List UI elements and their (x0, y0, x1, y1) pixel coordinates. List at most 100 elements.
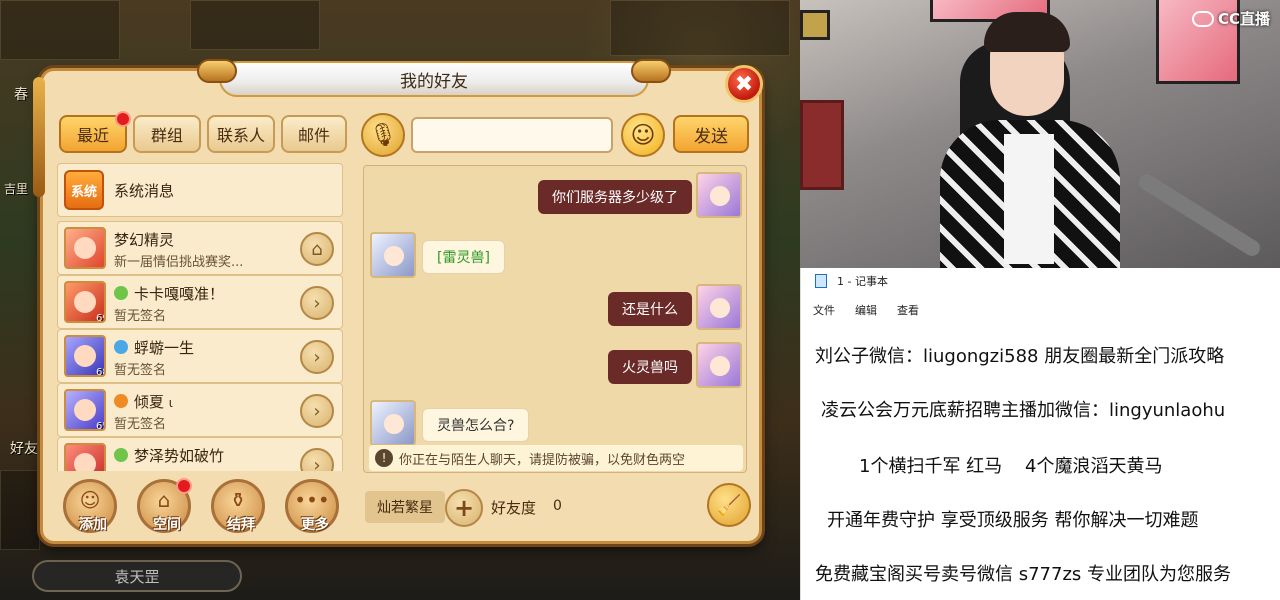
bg-label: 好友 (10, 441, 38, 457)
school-icon (114, 394, 128, 408)
space-button[interactable]: ⌂ 空间 (137, 478, 192, 533)
list-item-friend[interactable]: 梦幻精灵 新一届情侣挑战赛奖... ⌂ (57, 221, 343, 275)
friend-window: 我的好友 ✖ 最近 群组 联系人 邮件 系统 系统消息 梦幻精灵 新一届情侣挑战… (33, 59, 763, 544)
friend-name: 梦泽势如破竹 (114, 445, 224, 466)
level-label: 68 (96, 367, 104, 377)
add-button[interactable]: ☺ 添加 (63, 479, 117, 533)
notification-badge (176, 478, 192, 494)
system-icon: 系统 (64, 170, 104, 210)
friend-signature: 暂无签名 (114, 363, 167, 378)
tab-label: 联系人 (216, 126, 265, 145)
avatar: 69 (64, 281, 106, 323)
warning-icon: ! (375, 449, 393, 467)
level-label: 69 (96, 313, 104, 323)
button-label: 更多 (301, 517, 329, 533)
wall-frame (800, 10, 830, 40)
notification-badge (115, 111, 131, 127)
webcam-feed: CC直播 (800, 0, 1280, 268)
notepad-line: 刘公子微信：liugongzi588 朋友圈最新全门派攻略 (815, 346, 1225, 367)
bg-label: 吉里 (4, 182, 29, 196)
message-bubble[interactable]: [雷灵兽] (422, 240, 505, 274)
tab-contacts[interactable]: 联系人 (207, 115, 275, 153)
notepad-line: 开通年费守护 享受顶级服务 帮你解决一切难题 (827, 510, 1199, 531)
avatar: 65 (64, 389, 106, 431)
chat-message: 火灵兽吗 (364, 342, 746, 392)
notepad-menubar: 文件 编辑 查看 (801, 298, 1280, 322)
send-label: 发送 (694, 126, 728, 147)
microphone (1135, 171, 1263, 259)
bg-tile (610, 0, 790, 56)
message-bubble: 灵兽怎么合? (422, 408, 530, 442)
tab-recent[interactable]: 最近 (59, 111, 131, 153)
title-bar: 我的好友 (197, 59, 671, 97)
button-label: 添加 (79, 517, 107, 533)
favor-value: 0 (553, 498, 562, 514)
message-bubble: 你们服务器多少级了 (538, 180, 692, 214)
sworn-brothers-button[interactable]: ⚱ 结拜 (211, 479, 265, 533)
clear-chat-button[interactable]: 🧹 (707, 483, 751, 527)
chat-message: 你们服务器多少级了 (364, 172, 746, 222)
menu-view[interactable]: 查看 (897, 302, 919, 318)
avatar (370, 232, 416, 278)
send-button[interactable]: 发送 (673, 115, 749, 153)
avatar (696, 172, 742, 218)
warning-text: 你正在与陌生人聊天，请提防被骗，以免财色两空 (399, 452, 686, 468)
friend-signature: 暂无签名 (114, 417, 167, 432)
add-friend-icon: ☺ (79, 488, 101, 512)
notepad-line: 免费藏宝阁买号卖号微信 s777zs 专业团队为您服务 (815, 564, 1232, 585)
avatar (696, 342, 742, 388)
chat-message: 还是什么 (364, 284, 746, 334)
list-item-system[interactable]: 系统 系统消息 (57, 163, 343, 217)
tab-groups[interactable]: 群组 (133, 115, 201, 153)
npc-name: 袁天罡 (114, 567, 160, 586)
chat-target-name: 灿若繁星 (365, 491, 445, 523)
arrow-right-icon[interactable]: › (300, 448, 334, 471)
close-button[interactable]: ✖ (725, 65, 763, 103)
jar-icon: ⚱ (229, 488, 247, 512)
add-friend-button[interactable]: + (445, 489, 483, 527)
bg-tile (190, 0, 320, 50)
friend-name: 梦幻精灵 (114, 231, 175, 249)
tab-mail[interactable]: 邮件 (281, 115, 347, 153)
more-button[interactable]: ••• 更多 (285, 479, 339, 533)
microphone-icon: 🎙 (369, 122, 397, 148)
streamer-hair (984, 12, 1070, 52)
chat-panel[interactable]: 你们服务器多少级了 [雷灵兽] 还是什么 火灵兽吗 灵兽怎么合? (363, 165, 747, 473)
list-item-friend[interactable]: 梦泽势如破竹 › (57, 437, 343, 471)
bg-tile (0, 470, 40, 550)
streamer-shirt (1004, 134, 1054, 264)
arrow-right-icon[interactable]: › (300, 340, 334, 374)
tab-label: 群组 (150, 126, 183, 145)
screen: 春 好友 吉里 袁天罡 我的好友 ✖ 最近 群组 联系人 邮件 系统 系统消息 (0, 0, 1280, 600)
friend-signature: 暂无签名 (114, 309, 167, 324)
emoji-button[interactable]: ☺ (621, 113, 665, 157)
favor-label: 好友度 (491, 499, 537, 517)
cc-live-logo: CC直播 (1191, 8, 1270, 29)
broom-icon: 🧹 (716, 493, 742, 517)
button-label: 结拜 (227, 517, 255, 533)
npc-nameplate[interactable]: 袁天罡 (32, 560, 242, 592)
list-item-friend[interactable]: 68 蜉蝣一生 暂无签名 › (57, 329, 343, 383)
list-item-friend[interactable]: 65 倾夏 ι 暂无签名 › (57, 383, 343, 437)
avatar (64, 227, 106, 269)
bg-tile (0, 0, 120, 60)
voice-button[interactable]: 🎙 (361, 113, 405, 157)
menu-edit[interactable]: 编辑 (855, 302, 877, 318)
friend-name: 蜉蝣一生 (114, 337, 194, 358)
home-icon[interactable]: ⌂ (300, 232, 334, 266)
arrow-right-icon[interactable]: › (300, 286, 334, 320)
friend-list: 系统 系统消息 梦幻精灵 新一届情侣挑战赛奖... ⌂ 69 卡卡嘎嘎准！ 暂无… (57, 163, 343, 471)
message-bubble: 火灵兽吗 (608, 350, 692, 384)
bg-label: 春 (14, 87, 28, 103)
list-item-friend[interactable]: 69 卡卡嘎嘎准！ 暂无签名 › (57, 275, 343, 329)
menu-file[interactable]: 文件 (813, 302, 835, 318)
window-title: 我的好友 (400, 71, 468, 92)
avatar (696, 284, 742, 330)
avatar (370, 400, 416, 446)
chat-message: [雷灵兽] (364, 232, 746, 282)
avatar (64, 443, 106, 471)
button-label: 空间 (153, 517, 181, 533)
arrow-right-icon[interactable]: › (300, 394, 334, 428)
notepad-line: 1个横扫千军 红马 4个魔浪滔天黄马 (859, 456, 1163, 477)
chat-input[interactable] (411, 117, 613, 153)
